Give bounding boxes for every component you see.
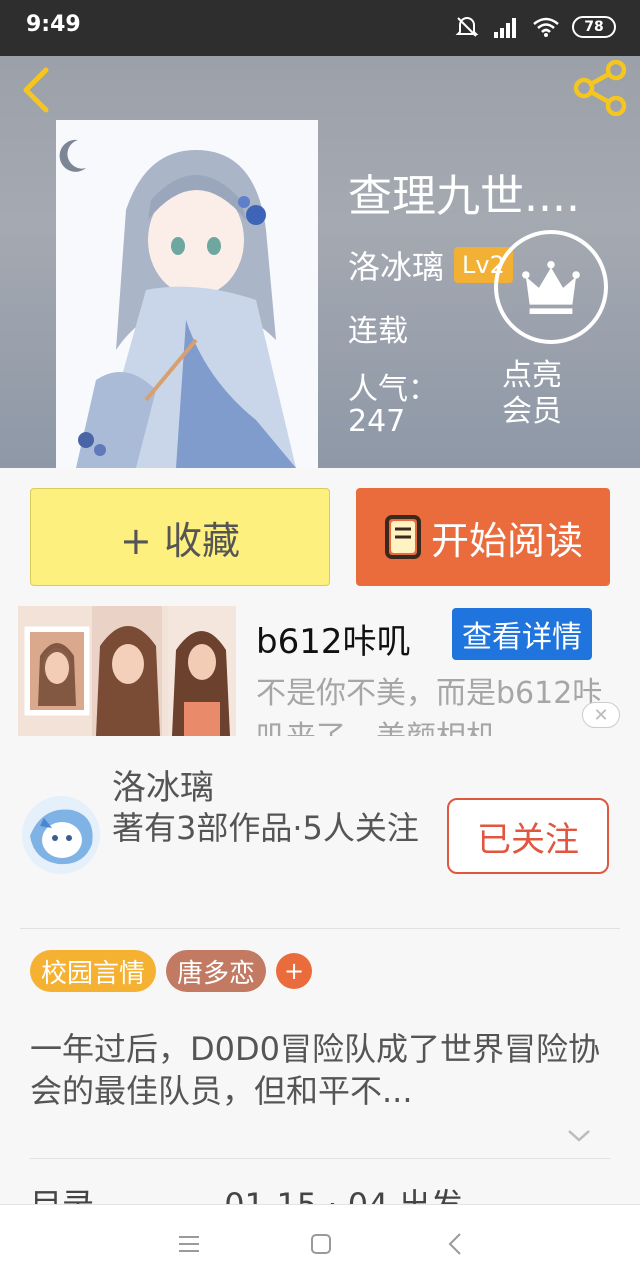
status-bar: 9:49 78	[0, 0, 640, 56]
ad-description: 不是你不美，而是b612咔叽来了，美颜相机	[256, 676, 603, 736]
content-panel: + 收藏 开始阅读 b612咔叽 查看详情 不是你不美，而是b612咔 ✕ 洛冰…	[0, 468, 640, 1224]
mute-icon	[455, 17, 479, 37]
popularity-label: 人气：	[348, 372, 438, 407]
crown-icon[interactable]	[494, 230, 608, 344]
collect-button[interactable]: + 收藏	[30, 488, 330, 586]
ad-close-button[interactable]: ✕	[582, 702, 620, 728]
ad-title[interactable]: b612咔叽	[256, 614, 410, 663]
author-name[interactable]: 洛冰璃	[348, 242, 444, 288]
author-card[interactable]: 洛冰璃 著有3部作品·5人关注 已关注	[0, 746, 640, 928]
tag-item[interactable]: 唐多恋	[166, 950, 267, 992]
ad-image[interactable]	[18, 606, 236, 736]
popularity-value: 247	[348, 404, 406, 439]
author-card-name[interactable]: 洛冰璃	[112, 760, 214, 809]
signal-icon	[494, 18, 516, 38]
start-reading-button[interactable]: 开始阅读	[356, 488, 610, 586]
back-icon[interactable]	[16, 62, 60, 114]
tag-item[interactable]: 校园言情	[30, 950, 157, 992]
add-tag-button[interactable]: +	[276, 953, 313, 989]
divider	[20, 928, 620, 929]
avatar-image	[22, 796, 100, 874]
chevron-down-icon[interactable]	[566, 1128, 592, 1144]
ad-detail-button[interactable]: 查看详情	[452, 608, 592, 660]
status-time: 9:49	[26, 12, 81, 37]
serial-status: 连载	[348, 314, 408, 349]
status-icons: 78	[454, 14, 616, 40]
follow-button[interactable]: 已关注	[447, 798, 609, 874]
author-card-info: 著有3部作品·5人关注	[112, 809, 419, 847]
tag-list: 校园言情 唐多恋 +	[30, 950, 313, 992]
vip-label[interactable]: 点亮会员	[502, 358, 582, 430]
back-nav-icon[interactable]	[440, 1229, 470, 1259]
battery-indicator: 78	[572, 16, 616, 38]
wifi-icon	[533, 17, 559, 37]
system-nav-bar	[0, 1204, 640, 1280]
book-icon	[384, 515, 421, 559]
author-row[interactable]: 洛冰璃 Lv2	[348, 242, 513, 288]
menu-icon[interactable]	[174, 1229, 204, 1259]
ad-banner[interactable]: b612咔叽 查看详情 不是你不美，而是b612咔叽来了，美颜相机 ✕	[0, 606, 640, 736]
book-title: 查理九世....	[348, 171, 580, 222]
start-reading-label: 开始阅读	[430, 518, 583, 563]
cover-illustration	[56, 120, 318, 468]
book-cover[interactable]	[56, 120, 318, 468]
home-icon[interactable]	[306, 1229, 336, 1259]
book-header: 查理九世.... 洛冰璃 Lv2 连载 人气： 247 点亮会员	[0, 56, 640, 468]
divider	[30, 1158, 610, 1159]
author-avatar[interactable]	[22, 796, 100, 874]
ad-photo-collage	[18, 606, 236, 736]
share-icon[interactable]	[570, 60, 630, 116]
synopsis-text[interactable]: 一年过后，D0D0冒险队成了世界冒险协会的最佳队员，但和平不...	[30, 1028, 610, 1112]
